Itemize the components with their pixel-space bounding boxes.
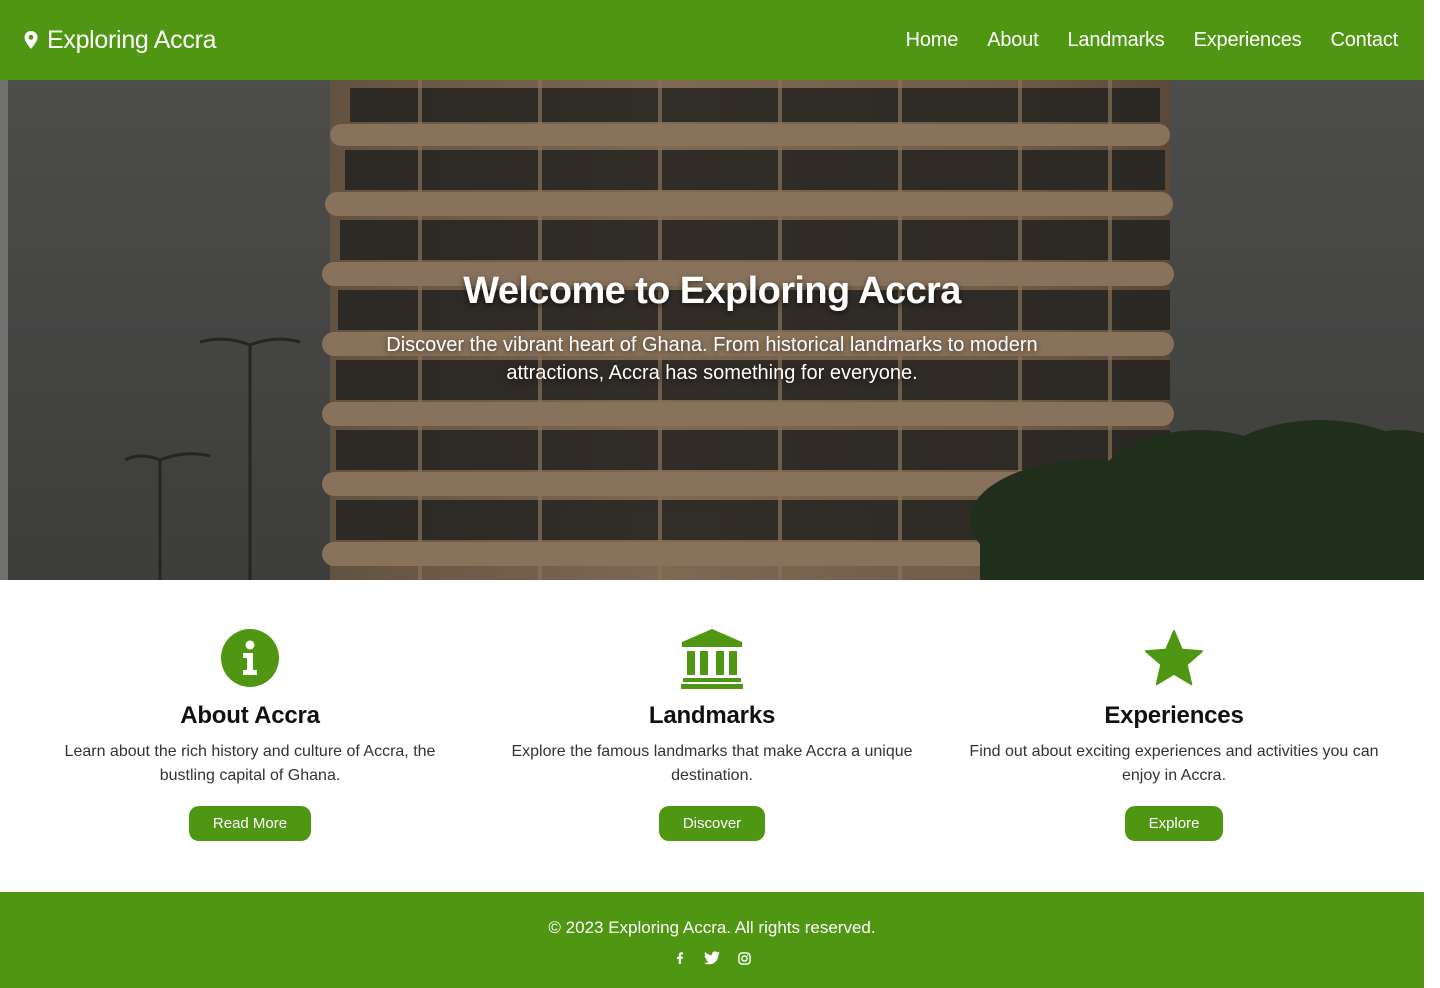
feature-card-about: About Accra Learn about the rich history… xyxy=(24,626,476,892)
feature-text: Learn about the rich history and culture… xyxy=(64,743,436,784)
brand-name: Exploring Accra xyxy=(47,25,217,54)
nav-contact[interactable]: Contact xyxy=(1330,29,1398,52)
footer: © 2023 Exploring Accra. All rights reser… xyxy=(0,892,1424,988)
feature-title: About Accra xyxy=(180,702,320,729)
facebook-icon[interactable] xyxy=(672,950,688,966)
nav-home[interactable]: Home xyxy=(906,29,959,52)
navbar: Exploring Accra Home About Landmarks Exp… xyxy=(0,0,1424,80)
feature-title: Landmarks xyxy=(648,702,776,729)
social-links xyxy=(672,950,752,966)
twitter-icon[interactable] xyxy=(704,950,720,966)
map-pin-icon xyxy=(24,31,38,49)
brand-link[interactable]: Exploring Accra xyxy=(24,25,217,55)
hero-title: Welcome to Exploring Accra xyxy=(463,270,961,312)
feature-card-experiences: Experiences Find out about exciting expe… xyxy=(948,626,1400,892)
copyright-text: © 2023 Exploring Accra. All rights reser… xyxy=(548,918,876,937)
feature-card-landmarks: Landmarks Explore the famous landmarks t… xyxy=(486,626,938,892)
info-circle-icon xyxy=(218,626,282,690)
hero-section: Welcome to Exploring Accra Discover the … xyxy=(0,80,1424,580)
landmark-icon xyxy=(680,626,744,690)
feature-text: Explore the famous landmarks that make A… xyxy=(511,743,913,784)
instagram-icon[interactable] xyxy=(736,950,752,966)
nav-experiences[interactable]: Experiences xyxy=(1194,29,1302,52)
hero-content: Welcome to Exploring Accra Discover the … xyxy=(0,80,1424,580)
star-icon xyxy=(1142,626,1206,690)
nav-landmarks[interactable]: Landmarks xyxy=(1067,29,1164,52)
main-nav: Home About Landmarks Experiences Contact xyxy=(906,29,1399,52)
discover-button[interactable]: Discover xyxy=(658,806,766,841)
nav-about[interactable]: About xyxy=(987,29,1038,52)
feature-title: Experiences xyxy=(1104,702,1244,729)
read-more-button[interactable]: Read More xyxy=(188,806,312,841)
page-scrollbar-track[interactable] xyxy=(1424,0,1440,988)
hero-subtitle: Discover the vibrant heart of Ghana. Fro… xyxy=(386,334,1038,384)
explore-button[interactable]: Explore xyxy=(1124,806,1224,841)
feature-text: Find out about exciting experiences and … xyxy=(969,743,1379,784)
features-section: About Accra Learn about the rich history… xyxy=(0,580,1424,892)
